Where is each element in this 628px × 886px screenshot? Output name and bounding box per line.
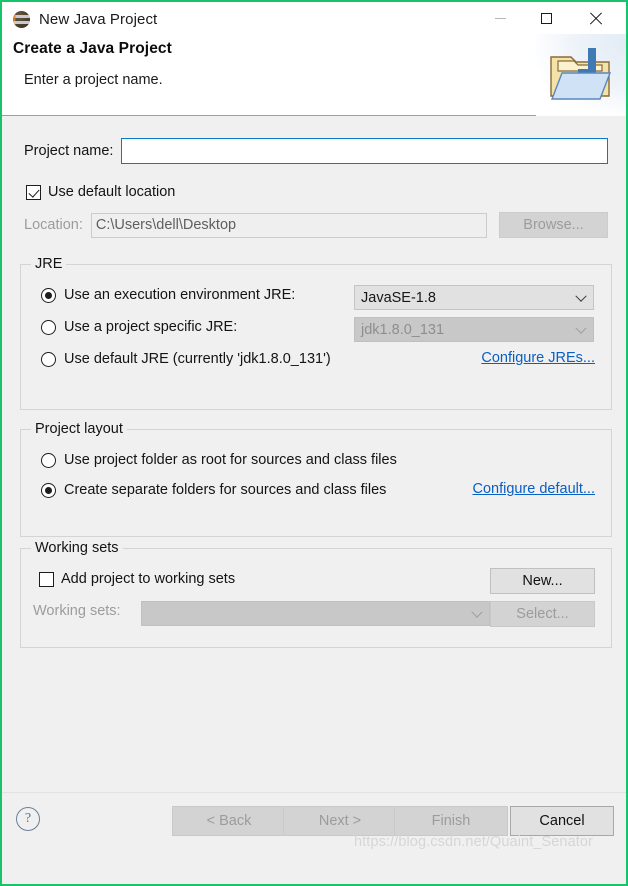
working-sets-combo[interactable]: [141, 601, 490, 626]
finish-button[interactable]: Finish: [394, 806, 508, 836]
help-icon[interactable]: ?: [16, 807, 40, 831]
radio-label: Use an execution environment JRE:: [64, 287, 296, 303]
maximize-button[interactable]: [523, 2, 569, 34]
working-sets-label: Working sets:: [33, 603, 121, 619]
execution-environment-combo[interactable]: JavaSE-1.8: [354, 285, 594, 310]
checkbox-icon: [26, 184, 41, 200]
title-bar: New Java Project: [2, 2, 626, 36]
project-name-input[interactable]: [121, 138, 608, 164]
radio-icon: [41, 319, 56, 335]
eclipse-icon: [13, 10, 30, 28]
minimize-icon: [494, 17, 506, 19]
add-project-label: Add project to working sets: [61, 571, 236, 587]
new-java-project-dialog: New Java Project Create a Java Project E…: [0, 0, 628, 886]
watermark-text: https://blog.csdn.net/Quaint_Senator: [354, 834, 593, 850]
checkbox-icon: [39, 571, 54, 587]
radio-default-jre[interactable]: Use default JRE (currently 'jdk1.8.0_131…: [41, 351, 331, 367]
minimize-button[interactable]: [477, 2, 523, 34]
chevron-down-icon: [575, 322, 587, 334]
dialog-body: Project name: Use default location Locat…: [2, 116, 626, 854]
working-sets-group: Working sets Add project to working sets…: [20, 540, 612, 648]
page-title: Create a Java Project: [13, 40, 172, 57]
radio-project-specific-jre[interactable]: Use a project specific JRE:: [41, 319, 237, 335]
location-row: Location: C:\Users\dell\Desktop Browse..…: [24, 212, 608, 238]
project-specific-jre-combo[interactable]: jdk1.8.0_131: [354, 317, 594, 342]
radio-icon: [41, 452, 56, 468]
project-name-label: Project name:: [24, 143, 114, 159]
radio-label: Use a project specific JRE:: [64, 319, 238, 335]
use-default-location-label: Use default location: [48, 184, 176, 200]
radio-icon: [41, 287, 56, 303]
working-sets-row: Working sets:: [33, 603, 121, 619]
radio-execution-environment-jre[interactable]: Use an execution environment JRE:: [41, 287, 295, 303]
maximize-icon: [540, 12, 552, 24]
configure-jres-link[interactable]: Configure JREs...: [481, 350, 595, 366]
back-button[interactable]: < Back: [172, 806, 286, 836]
project-name-row: Project name:: [24, 138, 608, 164]
location-input[interactable]: C:\Users\dell\Desktop: [90, 212, 488, 238]
java-project-folder-icon: [550, 48, 612, 100]
chevron-down-icon: [575, 290, 587, 302]
radio-separate-folders[interactable]: Create separate folders for sources and …: [41, 482, 386, 498]
jre-group-title: JRE: [31, 256, 67, 272]
window-title: New Java Project: [39, 10, 158, 28]
location-label: Location:: [24, 217, 83, 233]
project-layout-group-title: Project layout: [31, 421, 127, 437]
use-default-location-checkbox[interactable]: Use default location: [26, 182, 426, 202]
dialog-header: Create a Java Project Enter a project na…: [2, 34, 626, 116]
project-specific-jre-value: jdk1.8.0_131: [361, 321, 445, 338]
radio-icon: [41, 351, 56, 367]
chevron-down-icon: [471, 606, 483, 618]
browse-button[interactable]: Browse...: [499, 212, 608, 238]
working-sets-group-title: Working sets: [31, 540, 123, 556]
jre-group: JRE Use an execution environment JRE: Ja…: [20, 256, 612, 410]
radio-label: Create separate folders for sources and …: [64, 482, 387, 498]
select-working-set-button[interactable]: Select...: [490, 601, 595, 627]
radio-label: Use default JRE (currently 'jdk1.8.0_131…: [64, 351, 331, 367]
add-project-to-working-sets-checkbox[interactable]: Add project to working sets: [39, 571, 235, 587]
close-icon: [589, 12, 602, 25]
close-button[interactable]: [572, 2, 618, 34]
new-working-set-button[interactable]: New...: [490, 568, 595, 594]
execution-environment-value: JavaSE-1.8: [361, 289, 436, 306]
radio-icon: [41, 482, 56, 498]
cancel-button[interactable]: Cancel: [510, 806, 614, 836]
radio-project-folder-root[interactable]: Use project folder as root for sources a…: [41, 452, 397, 468]
next-button[interactable]: Next >: [283, 806, 397, 836]
dialog-footer: ? < Back Next > Finish Cancel https://bl…: [2, 792, 626, 854]
project-layout-group: Project layout Use project folder as roo…: [20, 421, 612, 537]
configure-default-link[interactable]: Configure default...: [472, 481, 595, 497]
radio-label: Use project folder as root for sources a…: [64, 452, 397, 468]
